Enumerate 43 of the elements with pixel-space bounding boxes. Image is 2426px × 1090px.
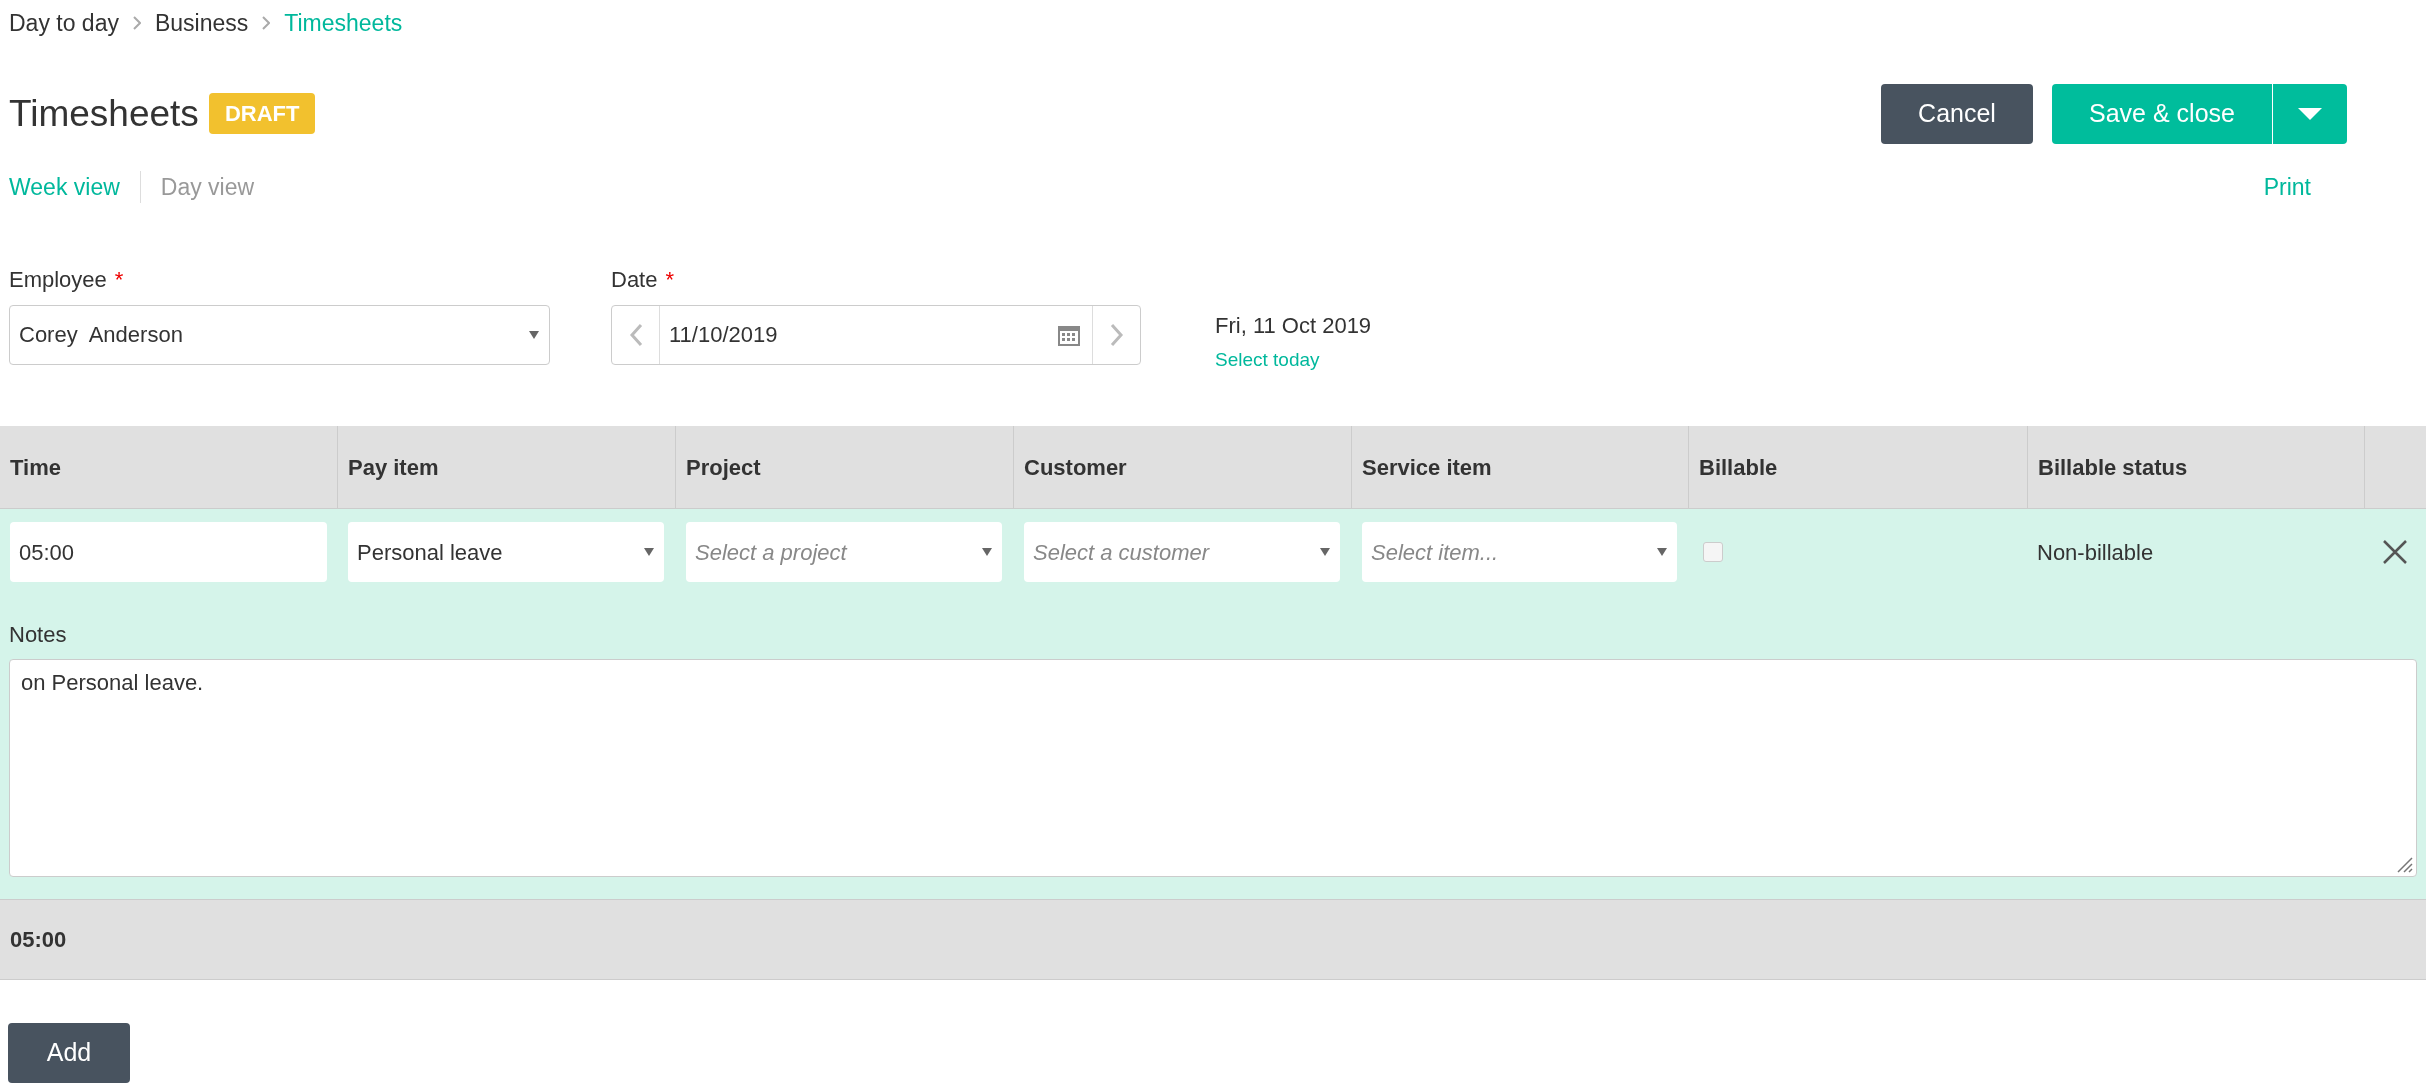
breadcrumb-link[interactable]: Day to day	[9, 5, 119, 41]
column-header: Billable status	[2038, 453, 2188, 482]
column-header: Project	[686, 453, 761, 482]
breadcrumb-link[interactable]: Business	[154, 5, 249, 41]
field-label: Date	[611, 266, 658, 294]
column-header: Billable	[1699, 453, 1778, 482]
chevron-right-icon	[1109, 322, 1124, 347]
billable-status: Non-billable	[2037, 538, 2154, 567]
chevron-right-icon	[132, 16, 141, 30]
column-header: Service item	[1362, 453, 1492, 482]
chevron-right-icon	[262, 16, 271, 30]
add-button[interactable]: Add	[8, 1023, 130, 1083]
time-input[interactable]: 05:00	[10, 522, 327, 582]
close-icon[interactable]	[2382, 539, 2408, 565]
select-field[interactable]: Select a customer	[1024, 522, 1340, 582]
dropdown-caret-icon	[981, 547, 993, 557]
notes-label: Notes	[9, 622, 67, 647]
dropdown-caret-icon	[528, 329, 540, 340]
dropdown-caret-icon	[1319, 547, 1331, 557]
column-header: Pay item	[348, 453, 439, 482]
select-field[interactable]: Select a project	[686, 522, 1002, 582]
column-header: Time	[10, 453, 61, 482]
date-field[interactable]: 11/10/2019	[611, 304, 1141, 365]
caret-down-icon	[2298, 108, 2322, 120]
employee-select[interactable]: Corey Anderson	[9, 304, 550, 365]
page-title: Timesheets	[9, 92, 199, 136]
dropdown-caret-icon	[1656, 547, 1668, 557]
chevron-left-icon	[628, 322, 643, 347]
column-header: Customer	[1024, 453, 1127, 482]
calendar-icon	[1058, 323, 1080, 346]
select-field[interactable]: Personal leave	[348, 522, 664, 582]
dropdown-caret-icon	[643, 547, 655, 557]
notes-textarea[interactable]: on Personal leave.	[9, 659, 2417, 877]
field-label: Employee	[9, 266, 107, 294]
date-long-text: Fri, 11 Oct 2019	[1215, 311, 1372, 340]
required-asterisk: *	[665, 266, 675, 294]
status-badge: DRAFT	[208, 93, 316, 135]
billable-checkbox[interactable]	[1703, 542, 1723, 562]
save-options-button[interactable]	[2273, 84, 2347, 144]
select-field[interactable]: Select item...	[1362, 522, 1677, 582]
cancel-button[interactable]: Cancel	[1881, 84, 2033, 144]
total-time: 05:00	[10, 926, 67, 954]
required-asterisk: *	[114, 266, 124, 294]
